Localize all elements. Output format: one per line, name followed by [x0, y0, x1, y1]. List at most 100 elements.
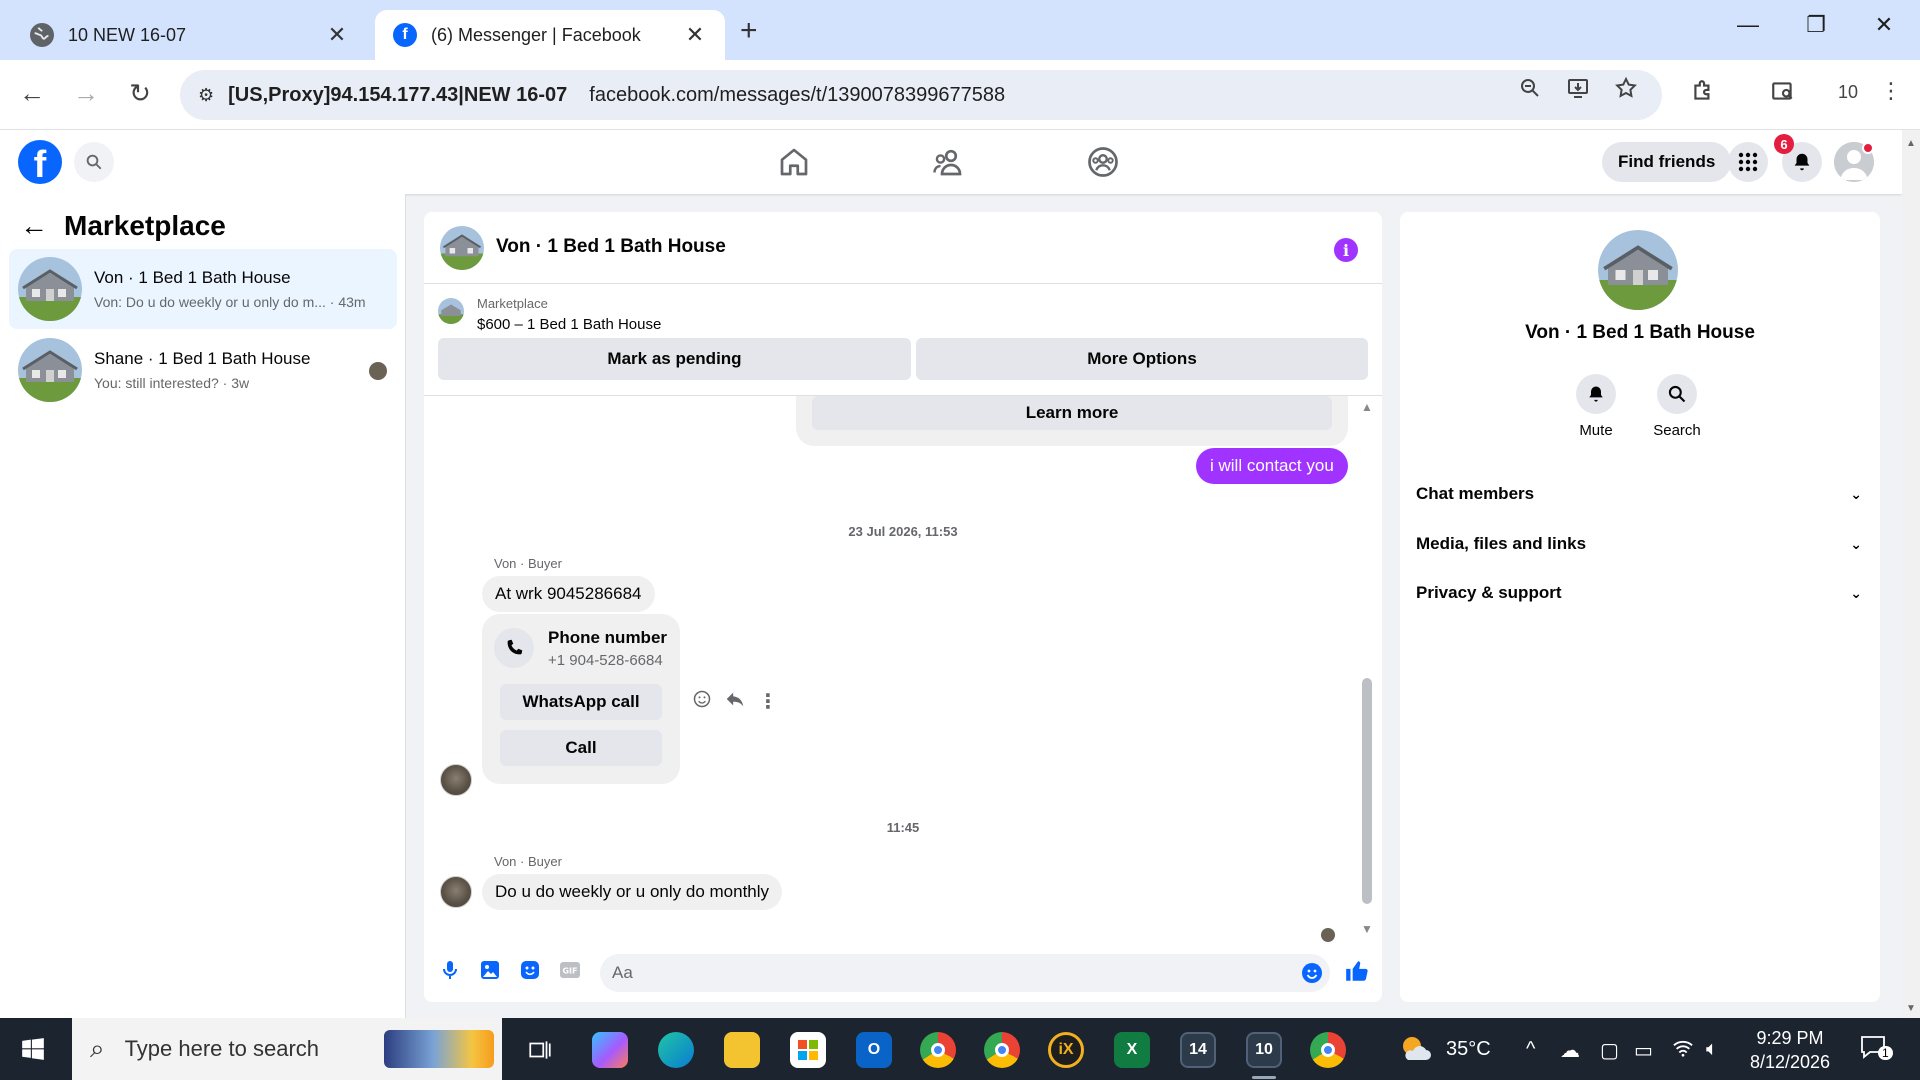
menu-icon[interactable]: ⋮ [1880, 78, 1902, 104]
tab-10-new[interactable]: 10 NEW 16-07 ✕ [12, 10, 367, 60]
sticker-icon[interactable] [518, 958, 542, 982]
minimize-icon[interactable]: — [1728, 12, 1768, 38]
site-settings-icon[interactable]: ⚙ [198, 85, 214, 106]
whatsapp-call-button[interactable]: WhatsApp call [500, 684, 662, 720]
menu-grid-icon[interactable] [1728, 142, 1768, 182]
search-in-conversation-button[interactable]: Search [1637, 374, 1717, 439]
file-explorer-icon[interactable] [724, 1032, 760, 1068]
sender-label: Von · Buyer [494, 556, 562, 571]
more-options-button[interactable]: More Options [916, 338, 1368, 380]
friends-icon[interactable] [930, 144, 966, 180]
chrome-profile-y-icon[interactable] [984, 1032, 1020, 1068]
emoji-icon[interactable] [1300, 961, 1324, 985]
excel-icon[interactable]: X [1114, 1032, 1150, 1068]
copilot-icon[interactable] [592, 1032, 628, 1068]
onedrive-icon[interactable]: ☁ [1560, 1038, 1580, 1063]
conversation-item-von[interactable]: Von · 1 Bed 1 Bath House Von: Do u do we… [9, 249, 397, 329]
listing-title[interactable]: $600 – 1 Bed 1 Bath House [477, 316, 661, 333]
app-10-icon[interactable]: 10 [1246, 1032, 1282, 1068]
taskbar-search-placeholder: Type here to search [124, 1036, 320, 1061]
zoom-icon[interactable] [1518, 76, 1542, 106]
battery-icon[interactable]: ▭ [1634, 1038, 1653, 1063]
call-button[interactable]: Call [500, 730, 662, 766]
find-friends-button[interactable]: Find friends [1602, 142, 1732, 182]
system-clock[interactable]: 9:29 PM 8/12/2026 [1730, 1026, 1850, 1074]
extensions-icon[interactable] [1690, 78, 1716, 110]
mute-button[interactable]: Mute [1556, 374, 1636, 439]
incoming-message[interactable]: Do u do weekly or u only do monthly [482, 874, 783, 910]
chat-members-section[interactable]: Chat members ⌄ [1416, 474, 1862, 514]
listing-category: Marketplace [477, 296, 548, 311]
ixbrowser-icon[interactable]: iX [1048, 1032, 1084, 1068]
chat-title[interactable]: Von · 1 Bed 1 Bath House [496, 236, 726, 258]
message-input[interactable] [600, 954, 1330, 992]
outlook-icon[interactable]: O [856, 1032, 892, 1068]
tab-messenger[interactable]: f (6) Messenger | Facebook ✕ [375, 10, 725, 60]
incoming-message[interactable]: At wrk 9045286684 [482, 576, 655, 612]
message-composer: GIF [424, 942, 1382, 1002]
facebook-logo-icon[interactable]: f [18, 140, 62, 186]
task-view-icon[interactable] [522, 1032, 558, 1068]
address-bar[interactable]: ⚙ [US,Proxy]94.154.177.43|NEW 16-07 face… [180, 70, 1662, 120]
search-icon[interactable] [74, 142, 114, 182]
like-thumbs-up-icon[interactable] [1344, 958, 1368, 982]
media-files-links-section[interactable]: Media, files and links ⌄ [1416, 524, 1862, 564]
page-scrollbar[interactable]: ▲ ▼ [1902, 130, 1920, 1018]
reply-icon[interactable] [724, 688, 746, 715]
house-thumbnail [18, 257, 82, 321]
phone-card-number: +1 904-528-6684 [548, 652, 663, 669]
restore-icon[interactable]: ❐ [1796, 12, 1836, 38]
outgoing-message[interactable]: i will contact you [1196, 448, 1348, 484]
close-tab-icon[interactable]: ✕ [325, 22, 349, 48]
edge-browser-icon[interactable] [658, 1032, 694, 1068]
wifi-icon[interactable] [1672, 1038, 1694, 1064]
tab-search-icon[interactable] [1770, 78, 1796, 110]
phone-number-card: Phone number +1 904-528-6684 WhatsApp ca… [482, 614, 680, 784]
close-tab-icon[interactable]: ✕ [683, 22, 707, 48]
taskbar-search-box[interactable]: ⌕ Type here to search [72, 1018, 502, 1080]
app-14-icon[interactable]: 14 [1180, 1032, 1216, 1068]
bookmark-star-icon[interactable] [1614, 76, 1638, 106]
weather-temperature[interactable]: 35°C [1446, 1038, 1491, 1061]
close-window-icon[interactable]: ✕ [1864, 12, 1904, 38]
notification-center-icon[interactable]: 1 [1858, 1032, 1893, 1068]
back-icon[interactable]: ← [14, 78, 50, 109]
meet-now-icon[interactable]: ▢ [1600, 1038, 1619, 1063]
chrome-icon[interactable] [920, 1032, 956, 1068]
sender-avatar[interactable] [440, 876, 472, 908]
chrome-profile-a-icon[interactable] [1310, 1032, 1346, 1068]
react-icon[interactable] [692, 689, 712, 714]
home-icon[interactable] [776, 144, 812, 180]
scrollbar-thumb[interactable] [1362, 678, 1372, 904]
install-app-icon[interactable] [1566, 76, 1590, 106]
gif-icon[interactable]: GIF [558, 958, 582, 982]
new-tab-button[interactable]: + [740, 14, 758, 48]
conversation-preview: Von: Do u do weekly or u only do m... · … [94, 294, 366, 310]
mark-as-pending-button[interactable]: Mark as pending [438, 338, 911, 380]
browser-tab-bar: 10 NEW 16-07 ✕ f (6) Messenger | Faceboo… [0, 0, 1920, 60]
volume-icon[interactable]: 🔈︎ [1706, 1038, 1718, 1061]
photo-icon[interactable] [478, 958, 502, 982]
more-icon[interactable]: ⋮ [758, 689, 778, 714]
house-thumbnail[interactable] [440, 226, 484, 270]
show-hidden-icons[interactable]: ^ [1526, 1038, 1535, 1061]
privacy-support-section[interactable]: Privacy & support ⌄ [1416, 573, 1862, 613]
url-text[interactable]: facebook.com/messages/t/1390078399677588 [589, 84, 1005, 107]
info-icon[interactable]: i [1334, 238, 1358, 262]
windows-start-icon[interactable] [20, 1036, 46, 1067]
microsoft-store-icon[interactable] [790, 1032, 826, 1068]
groups-icon[interactable] [1085, 144, 1121, 180]
reload-icon[interactable]: ↻ [122, 78, 158, 109]
weather-icon[interactable] [1398, 1034, 1432, 1070]
timestamp: 11:45 [886, 820, 920, 835]
forward-icon[interactable]: → [68, 78, 104, 109]
profile-count[interactable]: 10 [1838, 82, 1858, 103]
search-highlight-image[interactable] [384, 1030, 494, 1068]
learn-more-button[interactable]: Learn more [812, 396, 1332, 430]
chat-scrollbar[interactable]: ▲ ▼ [1359, 396, 1375, 942]
microphone-icon[interactable] [438, 958, 462, 982]
conversation-item-shane[interactable]: Shane · 1 Bed 1 Bath House You: still in… [9, 330, 397, 410]
section-label: Media, files and links [1416, 534, 1587, 553]
sender-avatar[interactable] [440, 764, 472, 796]
back-arrow-icon[interactable]: ← [20, 210, 48, 242]
